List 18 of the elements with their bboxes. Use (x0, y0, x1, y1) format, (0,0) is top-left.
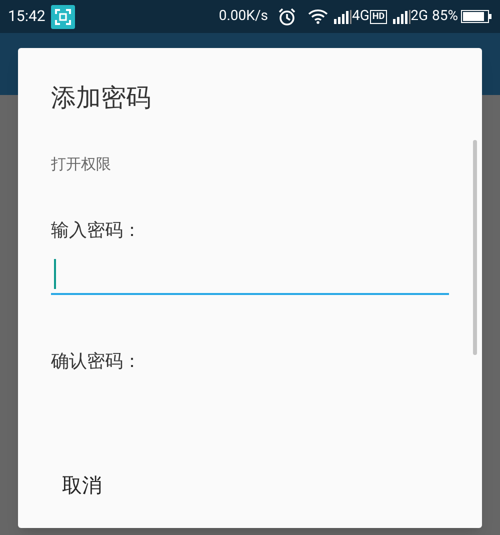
battery-percent: 85% (432, 7, 458, 26)
signal-icon (334, 10, 352, 24)
signal-icon (392, 10, 411, 24)
cancel-button[interactable]: 取消 (46, 464, 118, 506)
screenshot-icon (51, 4, 76, 28)
text-cursor (54, 259, 56, 289)
network-type: 4G (352, 7, 370, 26)
field-label: 输入密码： (51, 219, 142, 243)
dialog-subtitle: 打开权限 (51, 154, 112, 174)
status-time: 15:42 (8, 6, 46, 28)
dialog-title: 添加密码 (51, 83, 152, 115)
network-type: 2G (410, 7, 428, 26)
field-label: 确认密码： (51, 350, 142, 374)
battery-icon (461, 10, 492, 23)
hd-badge: HD (370, 10, 387, 24)
alarm-icon (278, 8, 296, 26)
network-speed: 0.00K/s (218, 7, 268, 26)
wifi-icon (308, 9, 328, 24)
